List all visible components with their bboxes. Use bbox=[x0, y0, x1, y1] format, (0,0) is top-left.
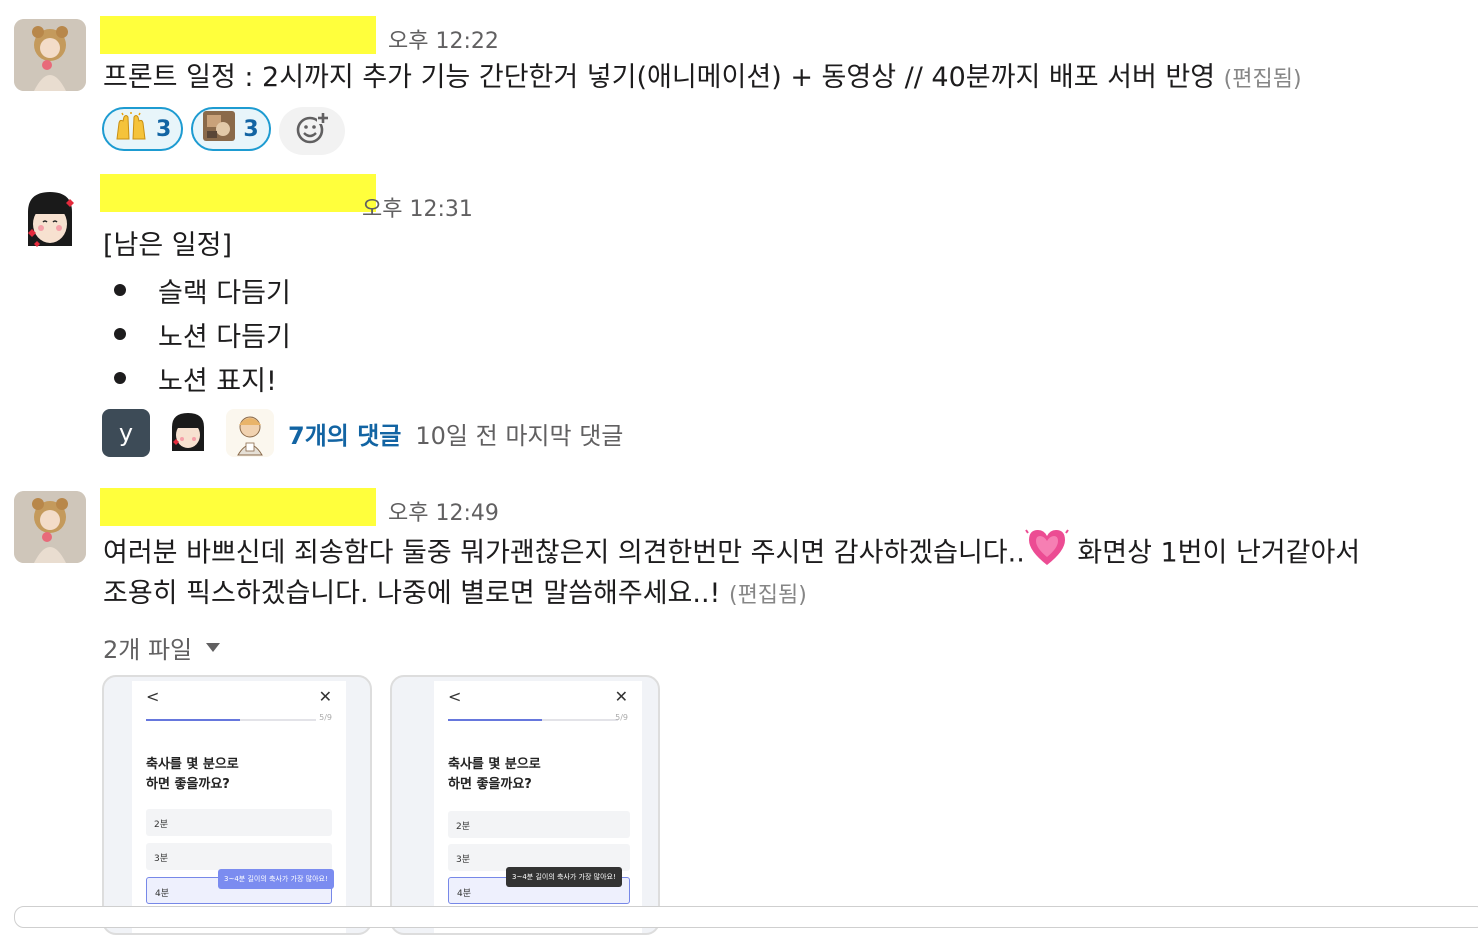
reaction-count: 3 bbox=[243, 116, 259, 142]
bullet-list: 슬랙 다듬기 노션 다듬기 노션 표지! bbox=[114, 268, 291, 400]
user-avatar[interactable] bbox=[14, 186, 86, 258]
progress-fill bbox=[146, 719, 240, 721]
back-arrow-icon: < bbox=[146, 687, 160, 706]
thread-last-reply: 10일 전 마지막 댓글 bbox=[415, 421, 624, 450]
message-body-line2: 조용히 픽스하겠습니다. 나중에 별로면 말씀해주세요..! (편집됨) bbox=[103, 572, 807, 618]
username-redacted[interactable] bbox=[100, 488, 376, 526]
bullet-dot bbox=[114, 284, 126, 296]
reaction-raised-hands[interactable]: 3 bbox=[102, 107, 184, 151]
edited-label: (편집됨) bbox=[1223, 67, 1302, 92]
message-text-part2: 화면상 1번이 난거같아서 bbox=[1068, 537, 1361, 569]
close-icon: ✕ bbox=[614, 687, 628, 706]
list-item: 슬랙 다듬기 bbox=[114, 268, 291, 312]
question-title: 축사를 몇 분으로 하면 좋을까요? bbox=[146, 757, 239, 792]
user-avatar[interactable] bbox=[14, 491, 86, 563]
screenshot-phone-frame: < ✕ 5/9 축사를 몇 분으로 하면 좋을까요? 2분 3분 4분 3~4분… bbox=[434, 681, 642, 933]
raised-hands-icon bbox=[114, 111, 148, 147]
message-text-part1: 여러분 바쁘신데 죄송함다 둘중 뭐가괜찮은지 의견한번만 주시면 감사하겠습니… bbox=[103, 537, 1025, 569]
username-redacted[interactable] bbox=[100, 174, 376, 212]
edited-label: (편집됨) bbox=[728, 583, 807, 608]
beating-heart-icon bbox=[1024, 527, 1069, 581]
progress-fill bbox=[448, 719, 542, 721]
avatar-image bbox=[226, 409, 274, 457]
question-title: 축사를 몇 분으로 하면 좋을까요? bbox=[448, 757, 541, 792]
avatar-image bbox=[14, 186, 86, 258]
list-item-text: 노션 다듬기 bbox=[158, 321, 291, 353]
username-redacted[interactable] bbox=[100, 16, 376, 54]
back-arrow-icon: < bbox=[448, 687, 462, 706]
thread-avatar-y[interactable]: y bbox=[102, 409, 150, 457]
progress-track bbox=[146, 719, 316, 721]
bullet-dot bbox=[114, 372, 126, 384]
message-text: 조용히 픽스하겠습니다. 나중에 별로면 말씀해주세요..! bbox=[103, 578, 721, 609]
option-2min: 2분 bbox=[448, 811, 630, 838]
custom-photo-emoji-icon bbox=[203, 111, 236, 147]
add-emoji-icon bbox=[295, 112, 329, 150]
progress-track bbox=[448, 719, 618, 721]
message-body: 프론트 일정 : 2시까지 추가 기능 간단한거 넣기(애니메이션) + 동영상… bbox=[103, 56, 1302, 102]
thread-reply-count-link[interactable]: 7개의 댓글 bbox=[288, 416, 401, 451]
reaction-bar: 3 3 bbox=[102, 107, 345, 155]
option-3min: 3분 bbox=[146, 843, 332, 870]
caret-down-icon bbox=[206, 643, 221, 652]
file-preview-1[interactable]: < ✕ 5/9 축사를 몇 분으로 하면 좋을까요? 2분 3분 4분 3~4분… bbox=[102, 675, 372, 935]
files-toggle[interactable]: 2개 파일 bbox=[103, 630, 221, 665]
screenshot-phone-frame: < ✕ 5/9 축사를 몇 분으로 하면 좋을까요? 2분 3분 4분 3~4분… bbox=[132, 681, 346, 933]
message-timestamp[interactable]: 오후 12:22 bbox=[388, 23, 499, 55]
thread-avatar-girl[interactable] bbox=[164, 409, 212, 457]
list-item: 노션 다듬기 bbox=[114, 312, 291, 356]
file-preview-2[interactable]: < ✕ 5/9 축사를 몇 분으로 하면 좋을까요? 2분 3분 4분 3~4분… bbox=[390, 675, 660, 935]
tooltip: 3~4분 길이의 축사가 가장 많아요! bbox=[218, 869, 334, 889]
avatar-image bbox=[14, 491, 86, 563]
reaction-custom-photo[interactable]: 3 bbox=[191, 107, 271, 151]
list-item-text: 슬랙 다듬기 bbox=[158, 277, 291, 309]
list-item: 노션 표지! bbox=[114, 356, 291, 400]
add-reaction-button[interactable] bbox=[278, 107, 345, 155]
message-timestamp[interactable]: 오후 12:31 bbox=[362, 191, 473, 223]
user-avatar[interactable] bbox=[14, 19, 86, 91]
message-text: 프론트 일정 : 2시까지 추가 기능 간단한거 넣기(애니메이션) + 동영상… bbox=[103, 62, 1216, 93]
bullet-dot bbox=[114, 328, 126, 340]
message-composer[interactable] bbox=[14, 906, 1478, 928]
thread-summary[interactable]: y 7개의 댓글 10일 전 마지막 댓글 bbox=[102, 409, 623, 457]
list-item-text: 노션 표지! bbox=[158, 365, 277, 397]
reaction-count: 3 bbox=[156, 116, 172, 142]
message-heading: [남은 일정] bbox=[103, 230, 233, 261]
thread-avatar-drawing[interactable] bbox=[226, 409, 274, 457]
step-indicator: 5/9 bbox=[319, 713, 332, 722]
close-icon: ✕ bbox=[318, 687, 332, 706]
message-timestamp[interactable]: 오후 12:49 bbox=[388, 495, 499, 527]
step-indicator: 5/9 bbox=[615, 713, 628, 722]
option-2min: 2분 bbox=[146, 809, 332, 836]
avatar-image bbox=[14, 19, 86, 91]
avatar-image bbox=[164, 409, 212, 457]
tooltip: 3~4분 길이의 축사가 가장 많아요! bbox=[506, 867, 622, 887]
avatar-letter: y bbox=[118, 419, 134, 447]
files-count-label: 2개 파일 bbox=[103, 636, 193, 664]
